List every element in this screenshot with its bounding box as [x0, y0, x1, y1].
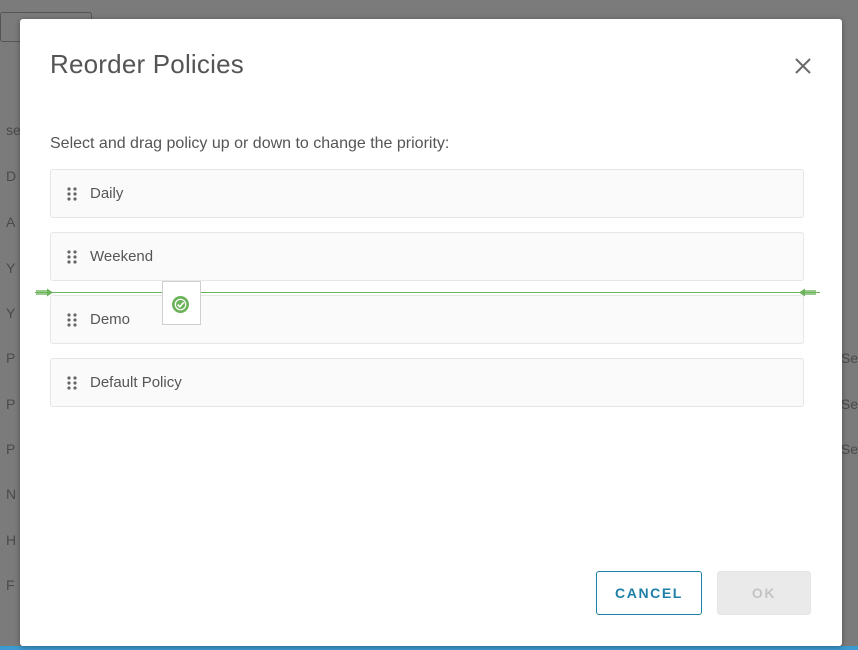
cancel-button[interactable]: CANCEL [596, 571, 702, 615]
policy-label: Demo [90, 311, 131, 328]
reorder-policies-dialog: Reorder Policies Select and drag policy … [20, 19, 842, 646]
policy-item-weekend[interactable]: Weekend [50, 232, 804, 281]
policy-item-default-policy[interactable]: Default Policy [50, 358, 804, 407]
policy-item-daily[interactable]: Daily [50, 169, 804, 218]
policy-label: Default Policy [90, 374, 182, 391]
background-text: N [6, 486, 17, 502]
close-icon [795, 58, 811, 74]
policy-label: Daily [90, 185, 124, 202]
background-text: P [6, 396, 16, 412]
arrow-left-icon [799, 288, 816, 297]
drag-ghost [162, 281, 201, 325]
arrow-right-icon [36, 288, 53, 297]
drag-handle-icon[interactable] [67, 313, 77, 327]
drag-handle-icon[interactable] [67, 250, 77, 264]
background-text: Y [6, 305, 16, 321]
background-bottom-bar [0, 646, 858, 650]
check-circle-icon [172, 296, 189, 313]
background-text: Y [6, 260, 16, 276]
instruction-text: Select and drag policy up or down to cha… [50, 135, 450, 152]
background-text: P [6, 441, 16, 457]
background-text: Se [840, 350, 858, 366]
background-text: Se [840, 441, 858, 457]
background-text: A [6, 214, 16, 230]
policy-label: Weekend [90, 248, 154, 265]
close-button[interactable] [790, 53, 816, 79]
dialog-title: Reorder Policies [50, 49, 244, 79]
background-text: P [6, 350, 16, 366]
background-text: D [6, 168, 17, 184]
background-text: H [6, 532, 17, 548]
background-text: Se [840, 396, 858, 412]
background-text: F [6, 577, 15, 593]
drop-indicator-line [35, 292, 820, 293]
background-text: se [6, 122, 21, 138]
ok-button[interactable]: OK [717, 571, 811, 615]
drag-handle-icon[interactable] [67, 376, 77, 390]
drag-handle-icon[interactable] [67, 187, 77, 201]
